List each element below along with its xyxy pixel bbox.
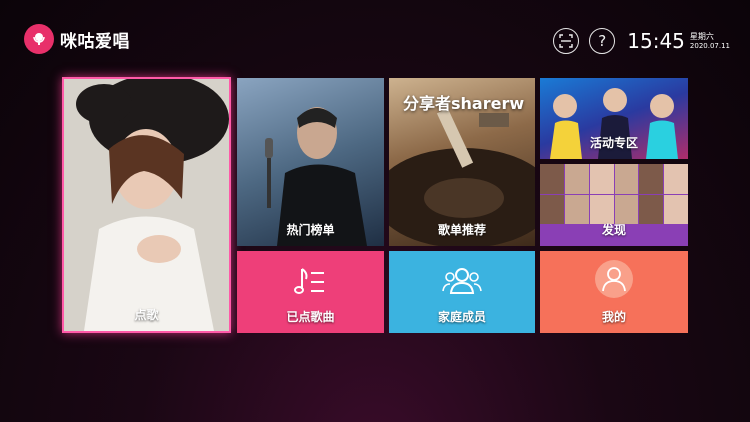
tile-ordered-songs[interactable]: 已点歌曲 xyxy=(237,251,384,333)
scan-icon xyxy=(559,34,573,48)
group-icon xyxy=(442,268,482,294)
tile-ordered-songs-label: 已点歌曲 xyxy=(286,310,335,324)
tile-event-zone-label: 活动专区 xyxy=(589,136,638,150)
app-logo: 咪咕爱唱 xyxy=(24,24,130,54)
app-name: 咪咕爱唱 xyxy=(60,31,130,52)
tile-discover-label: 发现 xyxy=(601,223,626,237)
date: 2020.07.11 xyxy=(689,41,730,50)
tile-discover[interactable]: 发现 xyxy=(540,164,688,246)
tile-hot-chart-label: 热门榜单 xyxy=(286,223,335,237)
music-list-icon xyxy=(293,268,324,294)
help-button[interactable]: ? xyxy=(589,28,616,54)
status-bar: ? 15:45 星期六 2020.07.11 xyxy=(553,28,730,54)
weekday: 星期六 xyxy=(689,32,714,42)
tile-sing[interactable]: 点歌 xyxy=(62,77,231,333)
faces-collage-image xyxy=(540,164,688,224)
tile-hot-chart[interactable]: 热门榜单 xyxy=(237,78,384,246)
tile-event-zone[interactable]: 活动专区 xyxy=(540,78,688,159)
watermark-text: 分享者sharerw xyxy=(403,94,525,113)
tile-family-members[interactable]: 家庭成员 xyxy=(389,251,535,333)
microphone-logo-icon xyxy=(24,24,54,54)
tile-sing-label: 点歌 xyxy=(134,308,159,322)
singer-portrait-image xyxy=(64,79,229,331)
clock: 15:45 xyxy=(627,29,685,53)
user-avatar-icon xyxy=(595,260,633,298)
tile-mine-label: 我的 xyxy=(601,310,626,324)
scan-button[interactable] xyxy=(553,28,580,54)
question-icon: ? xyxy=(598,32,607,50)
date-block: 星期六 2020.07.11 xyxy=(690,32,730,49)
tile-playlist-recommend-label: 歌单推荐 xyxy=(437,223,486,237)
tile-family-members-label: 家庭成员 xyxy=(437,310,486,324)
tile-mine[interactable]: 我的 xyxy=(540,251,688,333)
